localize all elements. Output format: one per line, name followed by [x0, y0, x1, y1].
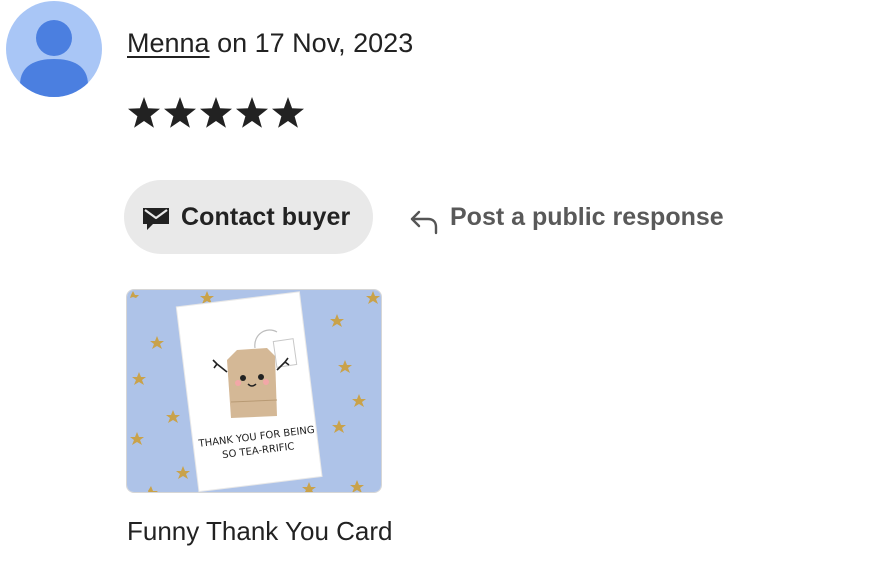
post-public-response-link[interactable]: Post a public response	[409, 197, 724, 237]
user-silhouette-icon	[20, 20, 88, 97]
product-card-image: THANK YOU FOR BEING SO TEA-RRIFIC	[127, 290, 381, 492]
star-icon	[164, 97, 196, 128]
post-public-response-label: Post a public response	[450, 202, 724, 231]
star-icon	[200, 97, 232, 128]
mail-icon	[143, 208, 169, 230]
reply-arrow-icon	[410, 210, 438, 235]
contact-buyer-button[interactable]: Contact buyer	[124, 180, 373, 254]
star-icon	[128, 97, 160, 128]
star-icon	[236, 97, 268, 128]
product-thumbnail[interactable]: THANK YOU FOR BEING SO TEA-RRIFIC	[126, 289, 382, 493]
contact-buyer-label: Contact buyer	[181, 202, 351, 231]
product-title[interactable]: Funny Thank You Card	[127, 514, 392, 548]
review-date: on 17 Nov, 2023	[209, 28, 414, 58]
star-icon	[272, 97, 304, 128]
review-header: Menna on 17 Nov, 2023	[127, 26, 413, 60]
reviewer-avatar[interactable]	[6, 1, 102, 97]
reviewer-name-link[interactable]: Menna	[127, 28, 210, 58]
star-rating	[126, 92, 306, 134]
